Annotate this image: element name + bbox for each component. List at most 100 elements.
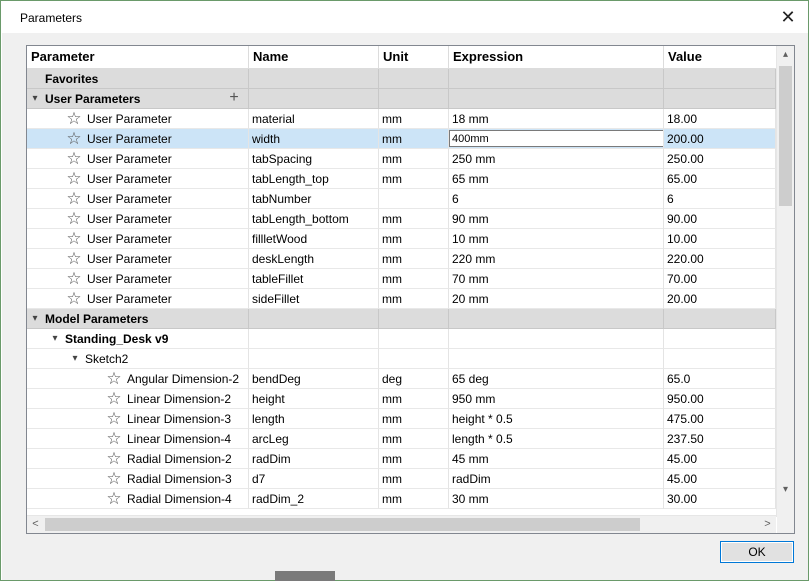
parameter-cell: ▾ Model Parameters (27, 309, 249, 329)
parameter-row[interactable]: ☆ Linear Dimension-4 arcLeg mm length * 0.5 2… (27, 429, 776, 449)
parameter-row[interactable]: ☆ User Parameter tabLength_top mm 65 mm 65.00 (27, 169, 776, 189)
expression-cell[interactable] (449, 129, 664, 149)
expression-cell[interactable] (449, 309, 664, 329)
expression-cell[interactable]: 220 mm (449, 249, 664, 269)
star-outline-icon[interactable]: ☆ (65, 110, 83, 128)
star-outline-icon[interactable]: ☆ (105, 390, 123, 408)
expression-cell[interactable] (449, 89, 664, 109)
star-outline-icon[interactable]: ☆ (105, 450, 123, 468)
group-label: Model Parameters (45, 312, 149, 326)
expression-cell[interactable]: radDim (449, 469, 664, 489)
parameter-label: Linear Dimension-3 (127, 412, 232, 426)
parameter-row[interactable]: ☆ Angular Dimension-2 bendDeg deg 65 deg 65.0 (27, 369, 776, 389)
expression-cell[interactable]: length * 0.5 (449, 429, 664, 449)
group-row[interactable]: ▾ User Parameters + (27, 89, 776, 109)
star-outline-icon[interactable]: ☆ (105, 490, 123, 508)
vertical-scroll-thumb[interactable] (779, 66, 792, 206)
expand-triangle-icon[interactable]: ▾ (29, 89, 41, 108)
tree-node-row[interactable]: ▾ Sketch2 (27, 349, 776, 369)
expression-cell[interactable]: 30 mm (449, 489, 664, 509)
tree-node-row[interactable]: ▾ Standing_Desk v9 (27, 329, 776, 349)
parameter-row[interactable]: ☆ User Parameter widthmm 200.00 (27, 129, 776, 149)
parameter-row[interactable]: ☆ Radial Dimension-4 radDim_2 mm 30 mm 30.00 (27, 489, 776, 509)
expand-triangle-icon[interactable]: ▾ (29, 309, 41, 328)
star-outline-icon[interactable]: ☆ (105, 410, 123, 428)
star-outline-icon[interactable]: ☆ (65, 210, 83, 228)
horizontal-scrollbar[interactable]: < > (27, 515, 776, 533)
expression-cell[interactable] (449, 69, 664, 89)
star-outline-icon[interactable]: ☆ (105, 470, 123, 488)
parameter-cell: ☆ Linear Dimension-4 (27, 429, 249, 449)
star-outline-icon[interactable]: ☆ (105, 430, 123, 448)
expression-cell[interactable]: 90 mm (449, 209, 664, 229)
expression-cell[interactable]: 18 mm (449, 109, 664, 129)
column-header-unit[interactable]: Unit (379, 46, 449, 68)
column-header-expression[interactable]: Expression (449, 46, 664, 68)
expression-cell[interactable]: 20 mm (449, 289, 664, 309)
star-outline-icon[interactable]: ☆ (65, 170, 83, 188)
close-icon[interactable]: ✕ (774, 5, 802, 29)
star-outline-icon[interactable]: ☆ (65, 150, 83, 168)
expression-cell[interactable]: height * 0.5 (449, 409, 664, 429)
star-outline-icon[interactable]: ☆ (65, 270, 83, 288)
column-header-name[interactable]: Name (249, 46, 379, 68)
parameter-row[interactable]: ☆ User Parameter tabLength_bottom mm 90 mm 90… (27, 209, 776, 229)
star-outline-icon[interactable]: ☆ (65, 230, 83, 248)
parameter-row[interactable]: ☆ Radial Dimension-2 radDim mm 45 mm 45.00 (27, 449, 776, 469)
expression-cell[interactable]: 65 deg (449, 369, 664, 389)
parameter-row[interactable]: ☆ User Parameter sideFillet mm 20 mm 20.00 (27, 289, 776, 309)
parameter-label: Radial Dimension-4 (127, 492, 232, 506)
expression-cell[interactable]: 10 mm (449, 229, 664, 249)
column-header-parameter[interactable]: Parameter (27, 46, 249, 68)
parameter-cell: ☆ User Parameter (27, 109, 249, 129)
expression-cell[interactable]: 70 mm (449, 269, 664, 289)
group-row[interactable]: ▾ Model Parameters (27, 309, 776, 329)
horizontal-scroll-thumb[interactable] (45, 518, 640, 531)
dialog-title: Parameters (20, 11, 83, 25)
unit-cell (379, 349, 449, 369)
expression-edit-field[interactable] (449, 130, 663, 147)
parameter-row[interactable]: ☆ User Parameter tabSpacing mm 250 mm 250.00 (27, 149, 776, 169)
parameter-row[interactable]: ☆ User Parameter fillletWood mm 10 mm 10.00 (27, 229, 776, 249)
star-outline-icon[interactable]: ☆ (65, 250, 83, 268)
star-outline-icon[interactable]: ☆ (65, 190, 83, 208)
expression-cell[interactable]: 6 (449, 189, 664, 209)
unit-cell: mm (379, 229, 449, 249)
scroll-left-arrow[interactable]: < (27, 516, 44, 533)
unit-cell: mm (379, 149, 449, 169)
parameter-row[interactable]: ☆ User Parameter tabNumber 6 6 (27, 189, 776, 209)
parameter-row[interactable]: ☆ User Parameter tableFillet mm 70 mm 70.00 (27, 269, 776, 289)
expand-triangle-icon[interactable]: ▾ (69, 349, 81, 368)
parameter-cell: ☆ User Parameter (27, 169, 249, 189)
expression-cell[interactable]: 45 mm (449, 449, 664, 469)
column-header-value[interactable]: Value (664, 46, 776, 68)
expression-cell[interactable] (449, 349, 664, 369)
expression-cell[interactable]: 950 mm (449, 389, 664, 409)
star-outline-icon[interactable]: ☆ (65, 290, 83, 308)
expand-triangle-icon[interactable]: ▾ (49, 329, 61, 348)
parameter-row[interactable]: ☆ User Parameter deskLength mm 220 mm 220.00 (27, 249, 776, 269)
scroll-up-arrow[interactable]: ▴ (777, 46, 794, 64)
scroll-down-arrow[interactable]: ▾ (777, 481, 794, 499)
value-cell (664, 309, 776, 329)
expression-cell[interactable]: 250 mm (449, 149, 664, 169)
expression-cell[interactable] (449, 329, 664, 349)
value-cell: 6 (664, 189, 776, 209)
parameter-row[interactable]: ☆ User Parameter material mm 18 mm 18.00 (27, 109, 776, 129)
scroll-right-arrow[interactable]: > (759, 516, 776, 533)
group-row[interactable]: Favorites (27, 69, 776, 89)
unit-cell: mm (379, 449, 449, 469)
parameter-row[interactable]: ☆ Linear Dimension-2 height mm 950 mm 950.00 (27, 389, 776, 409)
parameter-row[interactable]: ☆ Radial Dimension-3 d7 mm radDim 45.00 (27, 469, 776, 489)
parameter-cell: ☆ User Parameter (27, 289, 249, 309)
expression-cell[interactable]: 65 mm (449, 169, 664, 189)
parameter-row[interactable]: ☆ Linear Dimension-3 length mm height * 0.5 4… (27, 409, 776, 429)
unit-cell: mm (379, 209, 449, 229)
unit-cell: mm (379, 109, 449, 129)
star-outline-icon[interactable]: ☆ (65, 130, 83, 148)
vertical-scrollbar[interactable]: ▴ ▾ (776, 46, 794, 517)
ok-button[interactable]: OK (720, 541, 794, 563)
plus-icon[interactable]: + (227, 89, 241, 107)
star-outline-icon[interactable]: ☆ (105, 370, 123, 388)
parameter-cell: ▾ Standing_Desk v9 (27, 329, 249, 349)
